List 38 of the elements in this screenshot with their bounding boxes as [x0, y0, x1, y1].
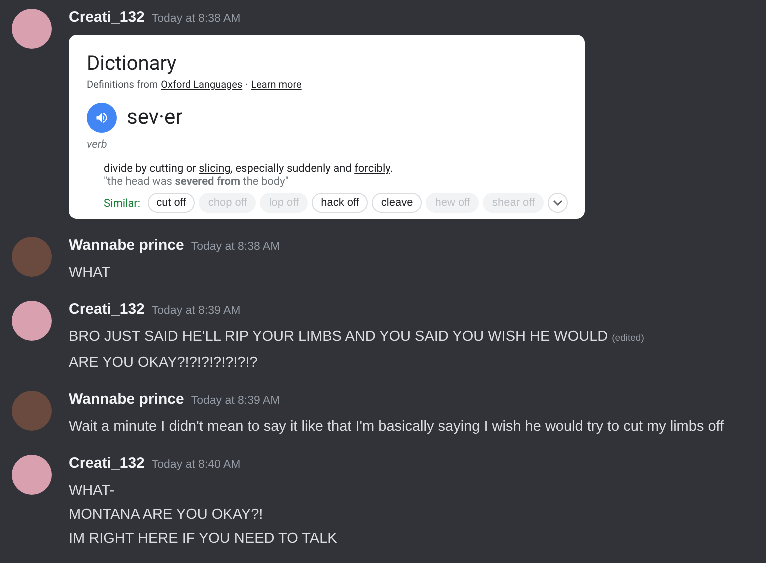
timestamp: Today at 8:38 AM	[191, 241, 280, 253]
card-title: Dictionary	[87, 51, 177, 75]
edited-label: (edited)	[612, 332, 644, 346]
synonym-chip[interactable]: cleave	[372, 193, 422, 213]
headword: sev·er	[127, 106, 183, 130]
timestamp: Today at 8:40 AM	[152, 459, 241, 471]
avatar[interactable]	[12, 9, 52, 49]
avatar[interactable]	[12, 301, 52, 341]
word-link[interactable]: slicing	[199, 162, 231, 175]
definition-text: divide by cutting or slicing, especially suddenly and forcibly.	[104, 162, 394, 175]
speaker-icon[interactable]	[87, 103, 117, 133]
message-text: IM RIGHT HERE IF YOU NEED TO TALK	[69, 530, 338, 549]
message-text: BRO JUST SAID HE'LL RIP YOUR LIMBS AND YOU SAID YOU WISH HE WOULD	[69, 328, 608, 347]
username[interactable]: Creati_132	[69, 301, 145, 318]
part-of-speech: verb	[87, 138, 108, 151]
source-link[interactable]: Oxford Languages	[161, 80, 243, 91]
message-text: WHAT	[69, 264, 111, 283]
source-text: Definitions from	[87, 80, 158, 91]
message-text: MONTANA ARE YOU OKAY?!	[69, 506, 264, 525]
similar-label: Similar:	[104, 196, 141, 210]
learn-more-link[interactable]: Learn more	[251, 80, 302, 91]
timestamp: Today at 8:39 AM	[191, 395, 280, 407]
username[interactable]: Wannabe prince	[69, 237, 184, 254]
timestamp: Today at 8:39 AM	[152, 305, 241, 317]
message-text: Wait a minute I didn't mean to say it like that I'm basically saying I wish he would try to cut my limbs off	[69, 418, 724, 437]
message-text: WHAT-	[69, 482, 115, 501]
message-text: ARE YOU OKAY?!?!?!?!?!?!?	[69, 354, 258, 373]
username[interactable]: Creati_132	[69, 9, 145, 26]
synonym-chip[interactable]: hack off	[312, 193, 368, 213]
separator: ·	[246, 80, 248, 91]
example-text: "the head was severed from the body"	[104, 175, 290, 188]
synonym-chip[interactable]: cut off	[148, 193, 196, 213]
expand-chevron-icon[interactable]	[548, 193, 568, 213]
username[interactable]: Wannabe prince	[69, 391, 184, 408]
avatar[interactable]	[12, 455, 52, 495]
timestamp: Today at 8:38 AM	[152, 13, 241, 25]
word-link[interactable]: forcibly	[354, 162, 390, 175]
username[interactable]: Creati_132	[69, 455, 145, 472]
